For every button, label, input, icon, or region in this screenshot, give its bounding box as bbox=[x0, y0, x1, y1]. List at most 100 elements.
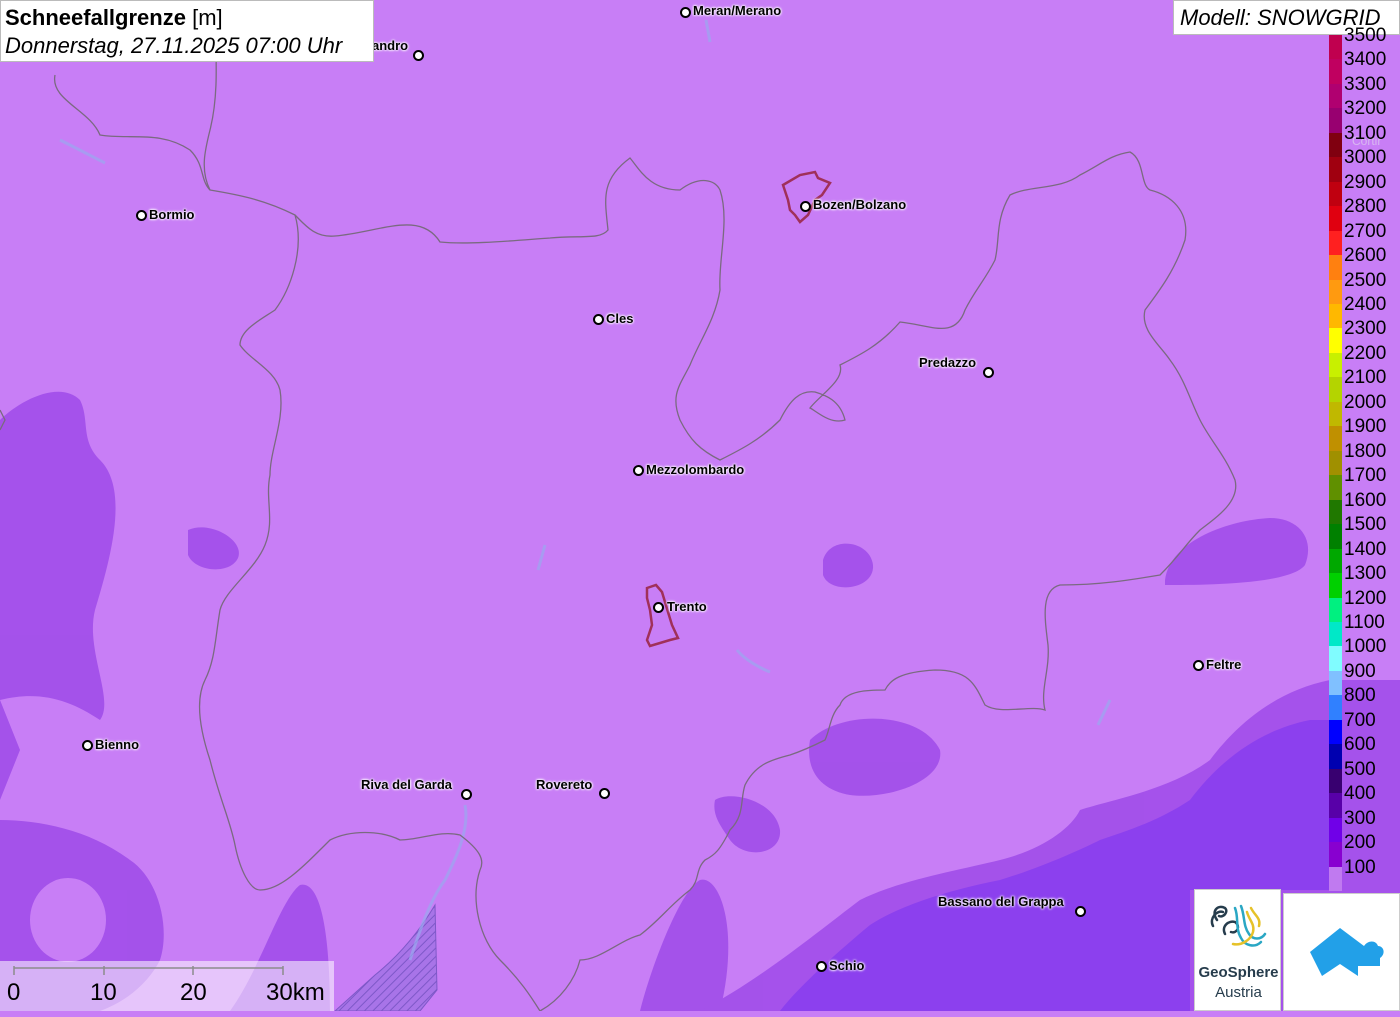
city-dot bbox=[461, 789, 472, 800]
city-dot bbox=[136, 210, 147, 221]
legend-item: 200 bbox=[1329, 830, 1400, 867]
city-label-trento[interactable]: Trento bbox=[667, 599, 707, 614]
legend-item: 1200 bbox=[1329, 586, 1400, 622]
city-dot bbox=[800, 201, 811, 212]
city-dot bbox=[413, 50, 424, 61]
city-label-schio[interactable]: Schio bbox=[829, 958, 864, 973]
city-label-riva[interactable]: Riva del Garda bbox=[361, 777, 452, 792]
title-unit: [m] bbox=[192, 5, 223, 30]
legend-item: 1400 bbox=[1329, 537, 1400, 574]
city-label-bienno[interactable]: Bienno bbox=[95, 737, 139, 752]
legend-label: 3200 bbox=[1344, 98, 1387, 120]
legend-item: 1000 bbox=[1329, 634, 1400, 671]
scale-label-20: 20 bbox=[180, 979, 207, 1006]
legend-item: 2600 bbox=[1329, 243, 1400, 280]
city-label-cles[interactable]: Cles bbox=[606, 311, 633, 326]
legend-item: 2900 bbox=[1329, 170, 1400, 207]
geosphere-text-2: Austria bbox=[1215, 984, 1262, 1001]
legend-item: 1700 bbox=[1329, 463, 1400, 500]
city-dot bbox=[82, 740, 93, 751]
city-dot bbox=[633, 465, 644, 476]
legend-label: 2200 bbox=[1344, 342, 1387, 364]
city-label-rovereto[interactable]: Rovereto bbox=[536, 777, 592, 792]
legend-item: 1100 bbox=[1329, 610, 1400, 647]
legend-item: 2400 bbox=[1329, 292, 1400, 329]
legend-label: 900 bbox=[1344, 660, 1376, 682]
scale-label-0: 0 bbox=[7, 979, 21, 1006]
legend-label: 500 bbox=[1344, 758, 1376, 780]
legend-item: 100 bbox=[1329, 855, 1400, 891]
scale-label-10: 10 bbox=[90, 979, 117, 1006]
legend-item: 2500 bbox=[1329, 268, 1400, 305]
legend-item: 700 bbox=[1329, 708, 1400, 745]
legend-item: 900 bbox=[1329, 659, 1400, 696]
snowline-100-patch bbox=[30, 878, 106, 962]
scale-label-30km: 30km bbox=[266, 979, 325, 1006]
snow-arrow-icon bbox=[1310, 928, 1384, 976]
city-label-bormio[interactable]: Bormio bbox=[149, 207, 195, 222]
city-dot bbox=[1193, 660, 1204, 671]
legend-label: 800 bbox=[1344, 685, 1376, 707]
city-label-meran[interactable]: Meran/Merano bbox=[693, 3, 781, 18]
legend-label: 2600 bbox=[1344, 245, 1387, 267]
legend-label: 2500 bbox=[1344, 269, 1387, 291]
legend-item: 1300 bbox=[1329, 561, 1400, 598]
city-dot bbox=[593, 314, 604, 325]
city-dot bbox=[653, 602, 664, 613]
legend-item: 400 bbox=[1329, 781, 1400, 818]
legend-label: 2400 bbox=[1344, 294, 1387, 316]
legend-label: 300 bbox=[1344, 807, 1376, 829]
legend-label: 400 bbox=[1344, 783, 1376, 805]
legend-label: 200 bbox=[1344, 832, 1376, 854]
city-label-andro[interactable]: andro bbox=[372, 38, 408, 53]
legend-label: 3100 bbox=[1344, 122, 1387, 144]
legend-item: 500 bbox=[1329, 757, 1400, 794]
legend-item: 800 bbox=[1329, 683, 1400, 720]
legend-label: 1900 bbox=[1344, 416, 1387, 438]
legend-item: 2200 bbox=[1329, 341, 1400, 378]
scale-box: 0 10 20 30km bbox=[0, 961, 334, 1011]
legend-label: 2100 bbox=[1344, 367, 1387, 389]
legend-item: 1900 bbox=[1329, 414, 1400, 451]
legend-label: 2800 bbox=[1344, 196, 1387, 218]
legend-item: 3100 bbox=[1329, 121, 1400, 158]
color-legend: 3500 3400 3300 3200 3100 3000 2900 2800 2700 2600… bbox=[1329, 25, 1400, 891]
snowfall-map[interactable] bbox=[0, 0, 1400, 1011]
city-label-bolzano[interactable]: Bozen/Bolzano bbox=[813, 197, 906, 212]
legend-label: 1400 bbox=[1344, 538, 1387, 560]
legend-item: 3200 bbox=[1329, 96, 1400, 133]
legend-label: 700 bbox=[1344, 709, 1376, 731]
legend-item: 2100 bbox=[1329, 365, 1400, 402]
legend-label: 1500 bbox=[1344, 514, 1387, 536]
legend-label: 1800 bbox=[1344, 440, 1387, 462]
legend-item: 2800 bbox=[1329, 194, 1400, 231]
legend-label: 3400 bbox=[1344, 49, 1387, 71]
geosphere-icon bbox=[1210, 904, 1267, 947]
city-dot bbox=[680, 7, 691, 18]
legend-item: 1600 bbox=[1329, 488, 1400, 525]
map-datetime: Donnerstag, 27.11.2025 07:00 Uhr bbox=[5, 33, 343, 58]
legend-item: 3500 bbox=[1329, 23, 1400, 60]
legend-label: 3300 bbox=[1344, 73, 1387, 95]
legend-label: 1100 bbox=[1344, 611, 1385, 633]
geosphere-logo[interactable]: GeoSphere Austria bbox=[1194, 889, 1281, 1011]
city-dot bbox=[1075, 906, 1086, 917]
city-label-predazzo[interactable]: Predazzo bbox=[919, 355, 976, 370]
legend-label: 3500 bbox=[1344, 25, 1387, 46]
city-dot bbox=[599, 788, 610, 799]
legend-item: 3400 bbox=[1329, 47, 1400, 84]
city-label-bassano[interactable]: Bassano del Grappa bbox=[938, 894, 1064, 909]
title-box: Schneefallgrenze [m] Donnerstag, 27.11.2… bbox=[0, 0, 374, 62]
city-label-feltre[interactable]: Feltre bbox=[1206, 657, 1241, 672]
legend-item: 2300 bbox=[1329, 316, 1400, 353]
snowgrid-logo[interactable] bbox=[1283, 893, 1400, 1011]
legend-label: 600 bbox=[1344, 734, 1376, 756]
legend-label: 1300 bbox=[1344, 563, 1387, 585]
legend-label: 3000 bbox=[1344, 147, 1387, 169]
legend-label: 2900 bbox=[1344, 171, 1387, 193]
city-label-mezzolombardo[interactable]: Mezzolombardo bbox=[646, 462, 744, 477]
legend-item: 1500 bbox=[1329, 512, 1400, 549]
title-bold: Schneefallgrenze bbox=[5, 5, 186, 30]
legend-item: 300 bbox=[1329, 806, 1400, 843]
map-title: Schneefallgrenze [m] bbox=[5, 4, 369, 32]
